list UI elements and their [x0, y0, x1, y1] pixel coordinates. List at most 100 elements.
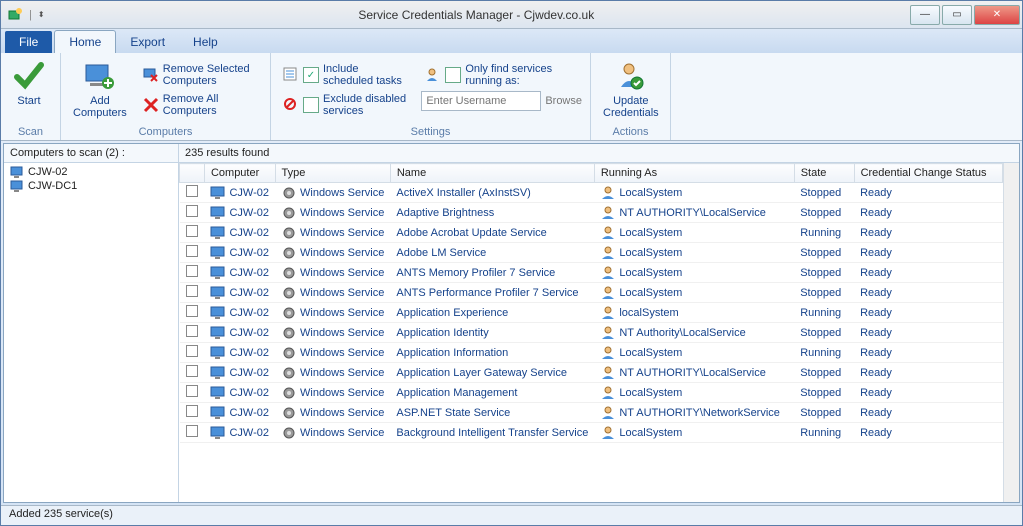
tab-file[interactable]: File — [5, 31, 52, 53]
sidebar-item[interactable]: CJW-DC1 — [6, 179, 176, 193]
cell-cred: Ready — [854, 203, 1002, 223]
remove-selected-button[interactable]: Remove Selected Computers — [139, 61, 262, 89]
monitor-icon — [210, 206, 226, 220]
tab-help[interactable]: Help — [179, 31, 232, 53]
cell-state: Stopped — [794, 283, 854, 303]
username-input[interactable] — [421, 91, 541, 111]
cell-type: Windows Service — [275, 223, 390, 243]
row-checkbox[interactable] — [186, 185, 198, 197]
qat-dropdown[interactable]: ⬍ — [38, 10, 45, 19]
col-cred-status[interactable]: Credential Change Status — [854, 164, 1002, 183]
close-button[interactable]: ✕ — [974, 5, 1020, 25]
monitor-icon — [210, 406, 226, 420]
col-type[interactable]: Type — [275, 164, 390, 183]
actions-group-label: Actions — [591, 126, 670, 138]
row-checkbox[interactable] — [186, 405, 198, 417]
cell-state: Stopped — [794, 363, 854, 383]
cell-state: Stopped — [794, 383, 854, 403]
table-row[interactable]: CJW-02Windows ServiceApplication Identit… — [180, 323, 1003, 343]
cell-running-as: LocalSystem — [594, 343, 794, 363]
sidebar-item[interactable]: CJW-02 — [6, 165, 176, 179]
cell-name: Application Experience — [390, 303, 594, 323]
table-row[interactable]: CJW-02Windows ServiceANTS Performance Pr… — [180, 283, 1003, 303]
cell-state: Stopped — [794, 183, 854, 203]
user-icon — [600, 206, 616, 220]
col-name[interactable]: Name — [390, 164, 594, 183]
row-checkbox[interactable] — [186, 245, 198, 257]
update-credentials-button[interactable]: Update Credentials — [597, 59, 665, 121]
user-filter-icon — [425, 67, 441, 83]
tab-export[interactable]: Export — [116, 31, 179, 53]
col-computer[interactable]: Computer — [204, 164, 275, 183]
cell-state: Running — [794, 343, 854, 363]
cell-state: Stopped — [794, 263, 854, 283]
browse-button[interactable]: Browse — [545, 95, 582, 107]
exclude-disabled-label: Exclude disabled services — [323, 93, 409, 117]
cell-type: Windows Service — [275, 283, 390, 303]
user-icon — [600, 246, 616, 260]
table-row[interactable]: CJW-02Windows ServiceApplication Informa… — [180, 343, 1003, 363]
row-checkbox[interactable] — [186, 225, 198, 237]
cell-state: Running — [794, 423, 854, 443]
remove-selected-icon — [143, 67, 159, 83]
cell-name: Adobe LM Service — [390, 243, 594, 263]
row-checkbox[interactable] — [186, 265, 198, 277]
exclude-disabled-toggle[interactable]: ✓ Exclude disabled services — [279, 91, 413, 119]
cell-computer: CJW-02 — [204, 223, 275, 243]
col-running-as[interactable]: Running As — [594, 164, 794, 183]
row-checkbox[interactable] — [186, 285, 198, 297]
cell-computer: CJW-02 — [204, 363, 275, 383]
row-checkbox[interactable] — [186, 325, 198, 337]
minimize-button[interactable]: — — [910, 5, 940, 25]
table-row[interactable]: CJW-02Windows ServiceASP.NET State Servi… — [180, 403, 1003, 423]
cell-type: Windows Service — [275, 423, 390, 443]
row-checkbox[interactable] — [186, 385, 198, 397]
row-checkbox[interactable] — [186, 425, 198, 437]
scrollbar[interactable] — [1003, 163, 1019, 502]
table-row[interactable]: CJW-02Windows ServiceAdobe Acrobat Updat… — [180, 223, 1003, 243]
cell-cred: Ready — [854, 403, 1002, 423]
schedule-icon — [283, 67, 299, 83]
gear-icon — [281, 426, 297, 440]
start-button[interactable]: Start — [7, 59, 51, 109]
user-icon — [600, 406, 616, 420]
maximize-button[interactable]: ▭ — [942, 5, 972, 25]
status-bar: Added 235 service(s) — [1, 505, 1022, 525]
add-computers-button[interactable]: Add Computers — [67, 59, 133, 121]
col-state[interactable]: State — [794, 164, 854, 183]
table-row[interactable]: CJW-02Windows ServiceAdaptive Brightness… — [180, 203, 1003, 223]
update-creds-label: Update Credentials — [603, 95, 659, 119]
gear-icon — [281, 306, 297, 320]
table-row[interactable]: CJW-02Windows ServiceApplication Layer G… — [180, 363, 1003, 383]
only-find-toggle[interactable]: ✓ Only find services running as: — [421, 61, 582, 89]
table-row[interactable]: CJW-02Windows ServiceApplication Managem… — [180, 383, 1003, 403]
tab-home[interactable]: Home — [54, 30, 116, 53]
computers-group-label: Computers — [61, 126, 270, 138]
include-scheduled-toggle[interactable]: ✓ Include scheduled tasks — [279, 61, 413, 89]
cell-computer: CJW-02 — [204, 343, 275, 363]
exclude-disabled-checkbox[interactable]: ✓ — [303, 97, 319, 113]
remove-all-button[interactable]: Remove All Computers — [139, 91, 262, 119]
row-checkbox[interactable] — [186, 345, 198, 357]
col-checkbox[interactable] — [180, 164, 205, 183]
cell-state: Running — [794, 303, 854, 323]
table-row[interactable]: CJW-02Windows ServiceANTS Memory Profile… — [180, 263, 1003, 283]
cell-name: ASP.NET State Service — [390, 403, 594, 423]
user-icon — [600, 386, 616, 400]
cell-cred: Ready — [854, 243, 1002, 263]
sidebar-item-label: CJW-DC1 — [28, 180, 77, 192]
cell-computer: CJW-02 — [204, 243, 275, 263]
table-row[interactable]: CJW-02Windows ServiceAdobe LM ServiceLoc… — [180, 243, 1003, 263]
include-scheduled-checkbox[interactable]: ✓ — [303, 67, 319, 83]
table-row[interactable]: CJW-02Windows ServiceActiveX Installer (… — [180, 183, 1003, 203]
checkmark-icon — [13, 61, 45, 93]
user-icon — [600, 226, 616, 240]
row-checkbox[interactable] — [186, 305, 198, 317]
cell-name: Adaptive Brightness — [390, 203, 594, 223]
table-row[interactable]: CJW-02Windows ServiceApplication Experie… — [180, 303, 1003, 323]
only-find-checkbox[interactable]: ✓ — [445, 67, 461, 83]
row-checkbox[interactable] — [186, 365, 198, 377]
table-row[interactable]: CJW-02Windows ServiceBackground Intellig… — [180, 423, 1003, 443]
cell-name: Adobe Acrobat Update Service — [390, 223, 594, 243]
row-checkbox[interactable] — [186, 205, 198, 217]
